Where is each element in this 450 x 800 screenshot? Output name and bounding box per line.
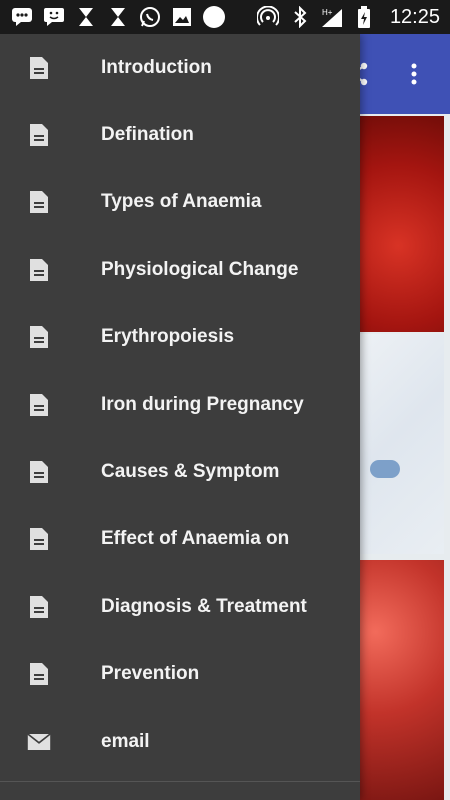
document-icon [27,55,51,81]
document-icon [27,324,51,350]
drawer-item-types-of-anaemia[interactable]: Types of Anaemia [0,169,360,236]
status-bar: H+ 12:25 [0,0,450,34]
document-icon [27,459,51,485]
drawer-item-causes-symptom[interactable]: Causes & Symptom [0,438,360,505]
svg-text:H+: H+ [322,8,333,17]
document-icon [27,594,51,620]
drawer-menu: Introduction Defination Types of Anaemia… [0,34,360,775]
drawer-item-label: Causes & Symptom [101,461,280,483]
drawer-item-label: email [101,730,150,752]
drawer-item-label: Types of Anaemia [101,191,262,213]
drawer-divider [0,781,360,782]
hotspot-icon [256,5,280,29]
document-icon [27,257,51,283]
drawer-item-diagnosis-treatment[interactable]: Diagnosis & Treatment [0,573,360,640]
drawer-item-label: Erythropoiesis [101,326,235,348]
hourglass-icon [74,5,98,29]
document-icon [27,392,51,418]
document-icon [27,526,51,552]
bluetooth-icon [288,5,312,29]
document-icon [27,189,51,215]
document-icon [27,122,51,148]
status-bar-notifications [10,5,226,29]
signal-hplus-icon: H+ [320,5,344,29]
drawer-item-label: Physiological Change [101,258,299,280]
smiley-message-icon [42,5,66,29]
drawer-item-label: Prevention [101,663,200,685]
drawer-item-label: Introduction [101,56,212,78]
drawer-item-label: Iron during Pregnancy [101,393,304,415]
navigation-drawer: Introduction Defination Types of Anaemia… [0,34,360,800]
drawer-item-effect-of-anaemia[interactable]: Effect of Anaemia on [0,506,360,573]
drawer-item-email[interactable]: email [0,708,360,775]
chat-bubble-icon [10,5,34,29]
whatsapp-icon [138,5,162,29]
document-icon [27,661,51,687]
drawer-item-label: Defination [101,124,194,146]
mail-icon [27,729,51,755]
overflow-menu-icon[interactable] [400,60,428,88]
hourglass-icon [106,5,130,29]
drawer-item-erythropoiesis[interactable]: Erythropoiesis [0,304,360,371]
drawer-item-label: Diagnosis & Treatment [101,595,307,617]
drawer-item-iron-during-pregnancy[interactable]: Iron during Pregnancy [0,371,360,438]
drawer-item-introduction[interactable]: Introduction [0,34,360,101]
drawer-item-physiological-change[interactable]: Physiological Change [0,236,360,303]
battery-icon [352,5,376,29]
status-bar-system: H+ 12:25 [256,5,440,29]
pill-shape [370,460,400,478]
image-icon [170,5,194,29]
drawer-item-prevention[interactable]: Prevention [0,641,360,708]
drawer-item-defination[interactable]: Defination [0,101,360,168]
circle-icon [202,5,226,29]
clock: 12:25 [389,5,440,28]
drawer-item-label: Effect of Anaemia on [101,528,290,550]
